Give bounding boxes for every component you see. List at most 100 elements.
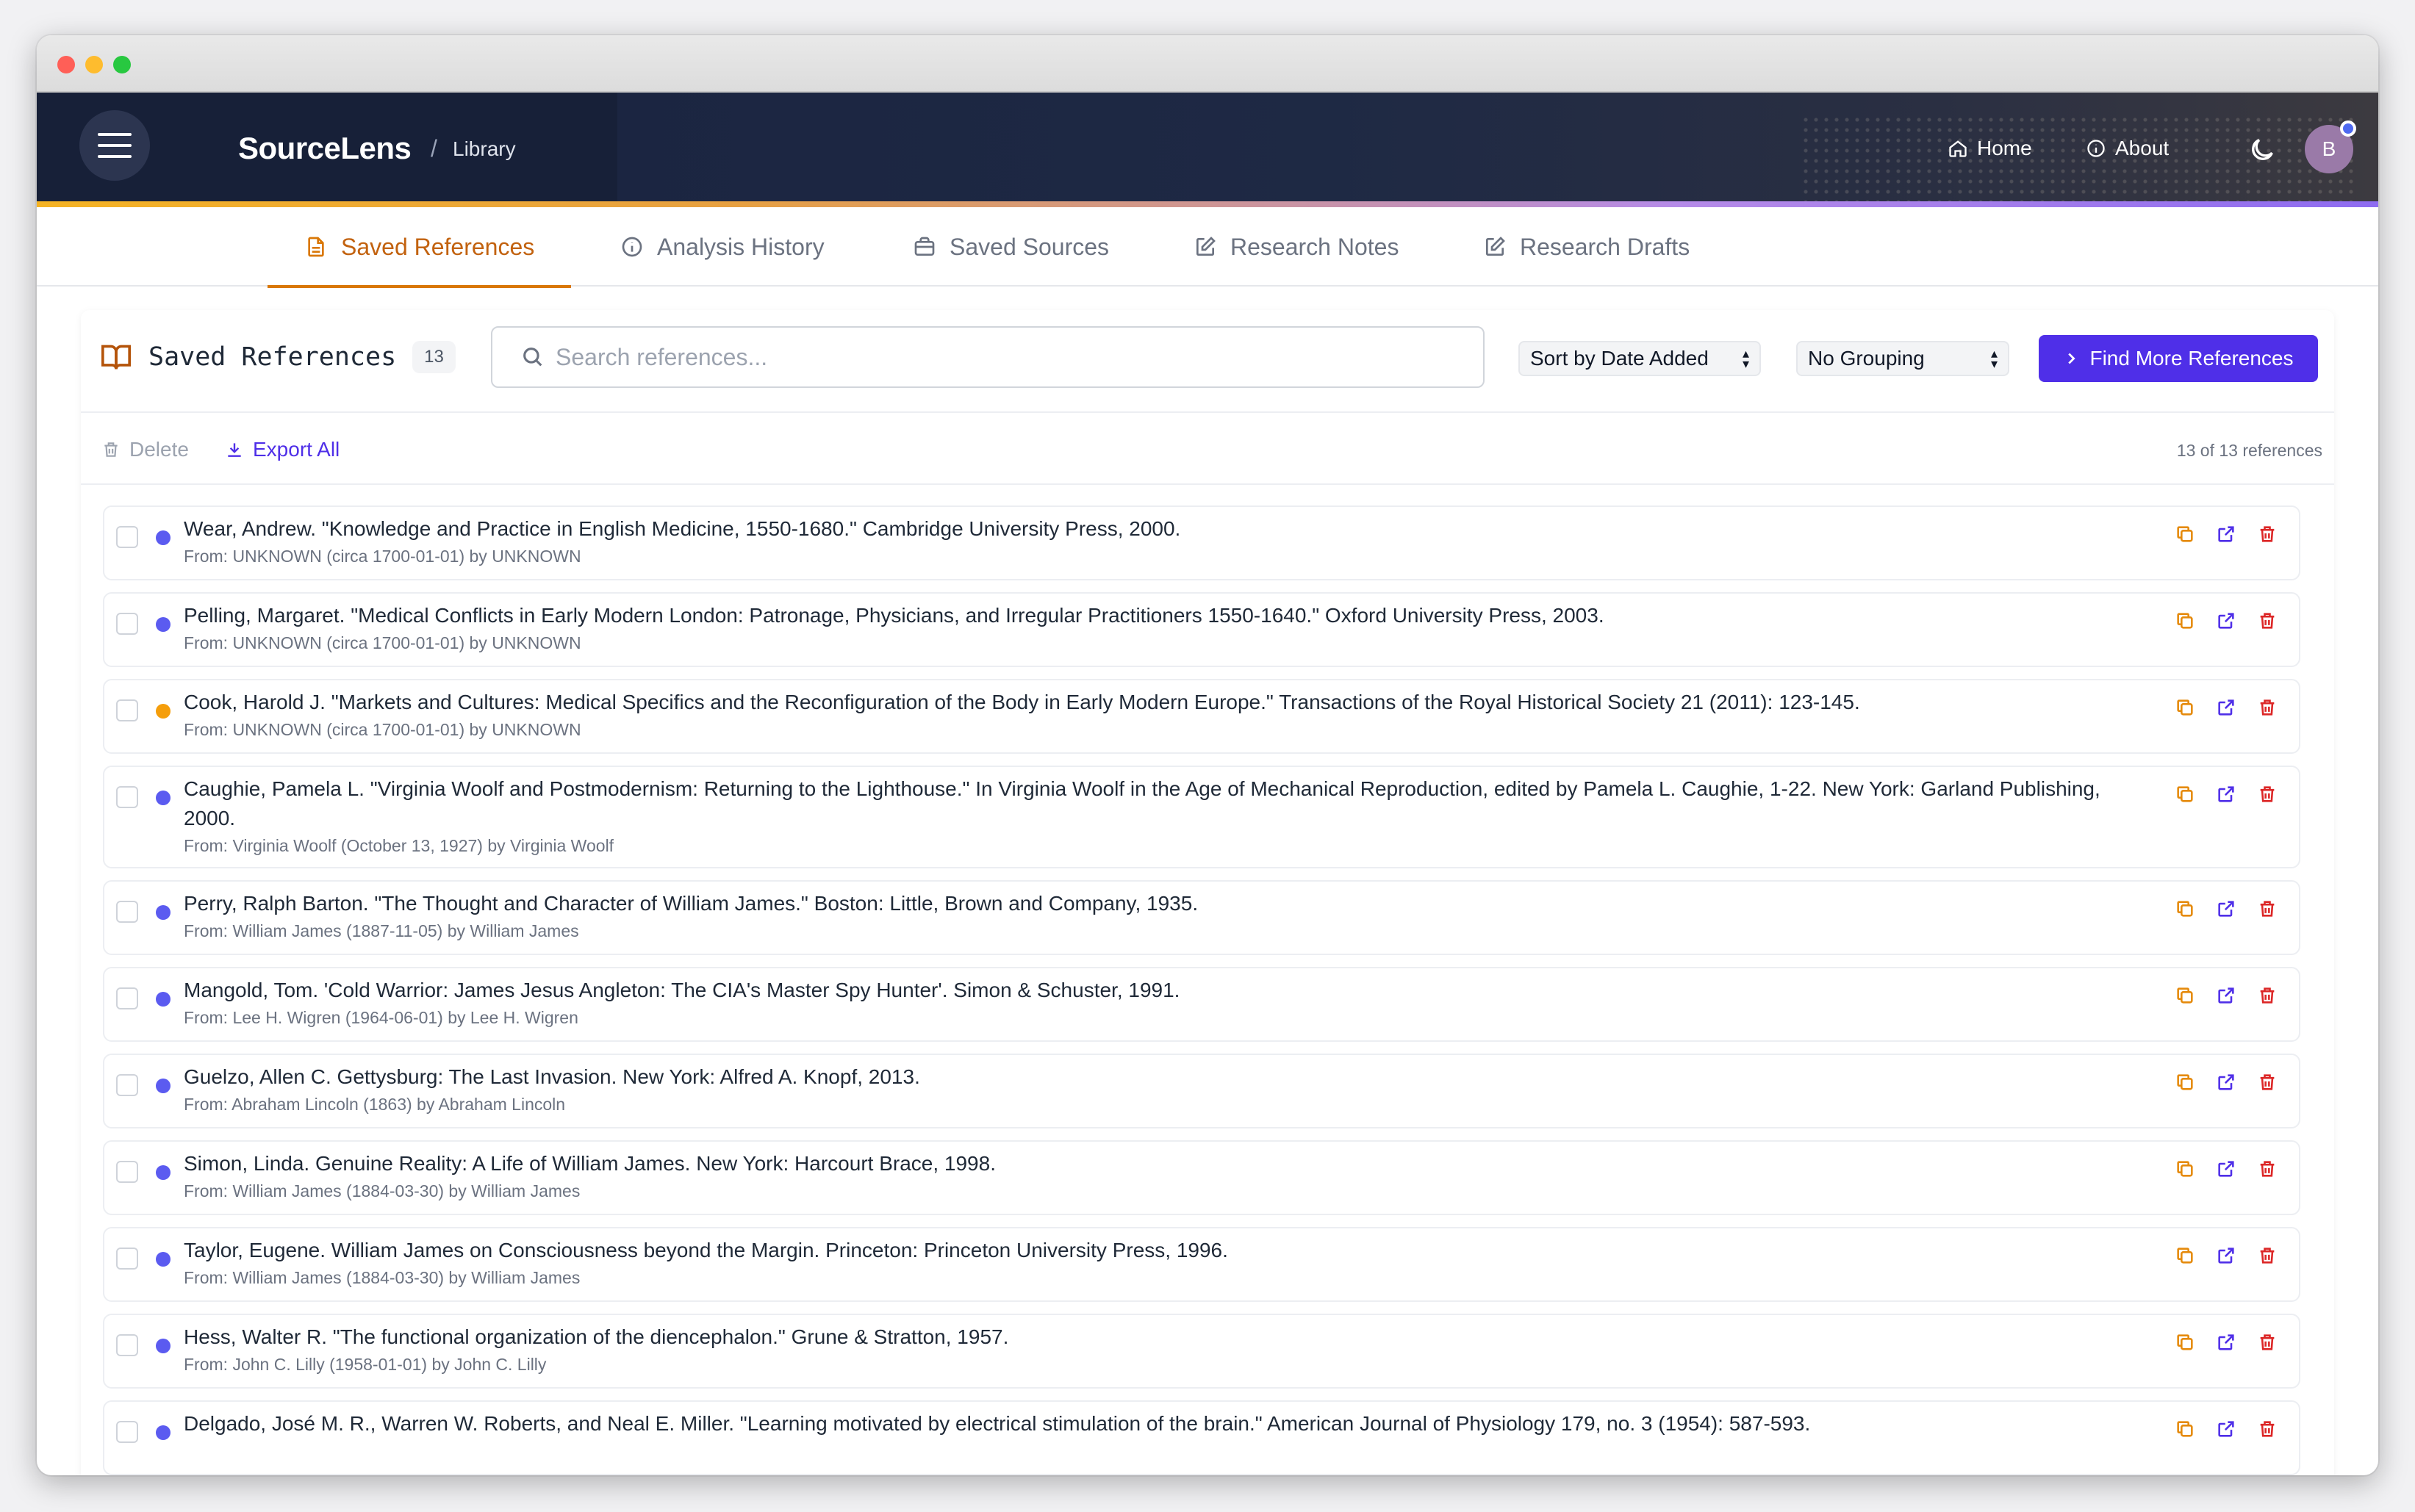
reference-row[interactable]: Caughie, Pamela L. "Virginia Woolf and P… — [103, 766, 2300, 868]
select-checkbox[interactable] — [116, 613, 138, 635]
source-status-dot — [156, 530, 171, 545]
export-all-button[interactable]: Export All — [225, 438, 340, 461]
delete-reference-button[interactable] — [2256, 984, 2278, 1007]
app-header: SourceLens / Library Home About B — [37, 93, 2378, 207]
open-link-button[interactable] — [2215, 1418, 2237, 1440]
delete-reference-button[interactable] — [2256, 1071, 2278, 1093]
select-checkbox[interactable] — [116, 1074, 138, 1096]
row-actions — [2174, 898, 2278, 920]
source-status-dot — [156, 704, 171, 719]
select-checkbox[interactable] — [116, 786, 138, 808]
reference-row[interactable]: Perry, Ralph Barton. "The Thought and Ch… — [103, 880, 2300, 955]
copy-button[interactable] — [2174, 898, 2196, 920]
find-more-references-button[interactable]: Find More References — [2039, 335, 2318, 382]
trash-icon — [2260, 699, 2275, 716]
tab-analysis-history[interactable]: Analysis History — [620, 207, 825, 287]
row-actions — [2174, 523, 2278, 545]
delete-reference-button[interactable] — [2256, 696, 2278, 719]
delete-selected-button[interactable]: Delete — [101, 438, 189, 461]
copy-icon — [2177, 1334, 2193, 1350]
copy-button[interactable] — [2174, 984, 2196, 1007]
select-checkbox[interactable] — [116, 1334, 138, 1356]
open-link-button[interactable] — [2215, 696, 2237, 719]
saved-references-panel: Saved References 13 Sort by Date Added ▴… — [81, 310, 2334, 1475]
minimize-window-button[interactable] — [85, 56, 103, 73]
open-link-button[interactable] — [2215, 898, 2237, 920]
external-link-icon — [2218, 1074, 2234, 1090]
delete-reference-button[interactable] — [2256, 1331, 2278, 1353]
copy-icon — [2177, 987, 2193, 1004]
reference-row[interactable]: Delgado, José M. R., Warren W. Roberts, … — [103, 1400, 2300, 1475]
tab-research-notes[interactable]: Research Notes — [1194, 207, 1399, 287]
reference-citation: Hess, Walter R. "The functional organiza… — [184, 1325, 1009, 1348]
menu-button[interactable] — [79, 110, 150, 181]
grouping-select[interactable]: No Grouping ▴ ▾ — [1796, 341, 2009, 376]
close-window-button[interactable] — [57, 56, 75, 73]
open-link-button[interactable] — [2215, 984, 2237, 1007]
maximize-window-button[interactable] — [113, 56, 131, 73]
reference-row[interactable]: Mangold, Tom. 'Cold Warrior: James Jesus… — [103, 967, 2300, 1042]
copy-button[interactable] — [2174, 1158, 2196, 1180]
search-input[interactable] — [556, 343, 1438, 371]
select-checkbox[interactable] — [116, 699, 138, 721]
nav-about-link[interactable]: About — [2086, 137, 2169, 160]
nav-home-link[interactable]: Home — [1948, 137, 2032, 160]
external-link-icon — [2218, 1248, 2234, 1264]
delete-reference-button[interactable] — [2256, 610, 2278, 632]
search-box[interactable] — [491, 326, 1485, 388]
delete-reference-button[interactable] — [2256, 898, 2278, 920]
row-actions — [2174, 783, 2278, 805]
copy-button[interactable] — [2174, 610, 2196, 632]
bulk-actions-toolbar: Delete Export All 13 of 13 references — [81, 413, 2334, 485]
source-status-dot — [156, 791, 171, 805]
row-actions — [2174, 1331, 2278, 1353]
reference-row[interactable]: Wear, Andrew. "Knowledge and Practice in… — [103, 505, 2300, 580]
reference-row[interactable]: Cook, Harold J. "Markets and Cultures: M… — [103, 679, 2300, 754]
brand-name[interactable]: SourceLens — [238, 131, 412, 166]
open-link-button[interactable] — [2215, 1331, 2237, 1353]
open-link-button[interactable] — [2215, 1071, 2237, 1093]
sort-select[interactable]: Sort by Date Added ▴ ▾ — [1518, 341, 1761, 376]
reference-row[interactable]: Guelzo, Allen C. Gettysburg: The Last In… — [103, 1054, 2300, 1128]
open-link-button[interactable] — [2215, 783, 2237, 805]
select-checkbox[interactable] — [116, 1248, 138, 1270]
copy-button[interactable] — [2174, 783, 2196, 805]
source-status-dot — [156, 992, 171, 1007]
select-checkbox[interactable] — [116, 987, 138, 1009]
copy-button[interactable] — [2174, 1071, 2196, 1093]
delete-reference-button[interactable] — [2256, 1418, 2278, 1440]
reference-row[interactable]: Simon, Linda. Genuine Reality: A Life of… — [103, 1140, 2300, 1215]
panel-header: Saved References 13 Sort by Date Added ▴… — [81, 310, 2334, 413]
select-arrows-icon: ▴ ▾ — [1742, 346, 1749, 371]
copy-button[interactable] — [2174, 1245, 2196, 1267]
copy-button[interactable] — [2174, 523, 2196, 545]
tab-label: Saved Sources — [950, 233, 1110, 260]
external-link-icon — [2218, 526, 2234, 542]
select-checkbox[interactable] — [116, 1421, 138, 1443]
source-status-dot — [156, 1252, 171, 1267]
select-checkbox[interactable] — [116, 526, 138, 548]
reference-row[interactable]: Hess, Walter R. "The functional organiza… — [103, 1314, 2300, 1389]
external-link-icon — [2218, 613, 2234, 629]
reference-row[interactable]: Taylor, Eugene. William James on Conscio… — [103, 1227, 2300, 1302]
tab-saved-references[interactable]: Saved References — [268, 207, 572, 288]
delete-reference-button[interactable] — [2256, 1245, 2278, 1267]
tab-saved-sources[interactable]: Saved Sources — [913, 207, 1109, 287]
info-icon — [2087, 140, 2105, 157]
delete-reference-button[interactable] — [2256, 783, 2278, 805]
select-checkbox[interactable] — [116, 1161, 138, 1183]
theme-toggle-button[interactable] — [2242, 129, 2283, 170]
open-link-button[interactable] — [2215, 1158, 2237, 1180]
delete-reference-button[interactable] — [2256, 1158, 2278, 1180]
copy-button[interactable] — [2174, 696, 2196, 719]
reference-row[interactable]: Pelling, Margaret. "Medical Conflicts in… — [103, 592, 2300, 667]
tab-research-drafts[interactable]: Research Drafts — [1483, 207, 1690, 287]
copy-button[interactable] — [2174, 1418, 2196, 1440]
select-checkbox[interactable] — [116, 901, 138, 923]
delete-reference-button[interactable] — [2256, 523, 2278, 545]
open-link-button[interactable] — [2215, 523, 2237, 545]
result-count: 13 of 13 references — [2176, 441, 2322, 460]
copy-button[interactable] — [2174, 1331, 2196, 1353]
open-link-button[interactable] — [2215, 1245, 2237, 1267]
open-link-button[interactable] — [2215, 610, 2237, 632]
